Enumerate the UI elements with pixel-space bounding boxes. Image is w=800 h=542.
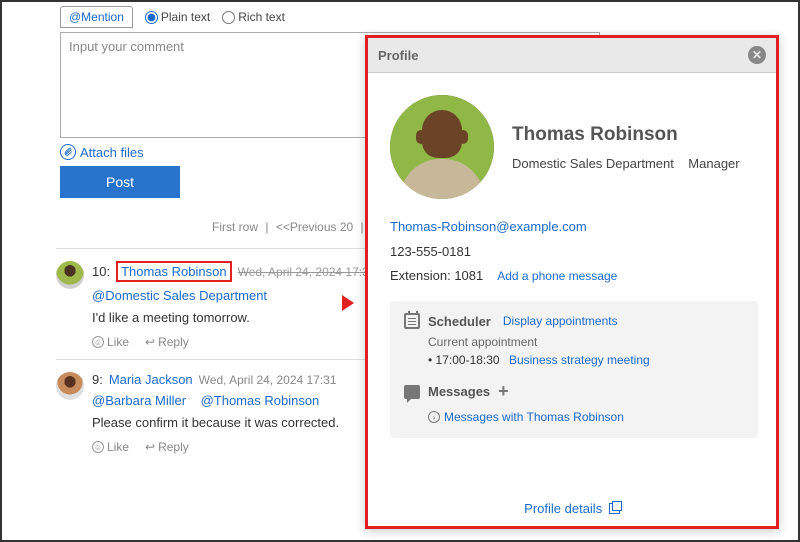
comment-author-link[interactable]: Maria Jackson (109, 372, 193, 387)
pager-prev[interactable]: <<Previous 20 (276, 220, 353, 234)
comment-date: Wed, April 24, 2024 17:31 (199, 373, 337, 387)
calendar-icon (404, 313, 420, 329)
profile-email-link[interactable]: Thomas-Robinson@example.com (390, 215, 758, 240)
profile-heading: Profile (378, 48, 418, 63)
like-action[interactable]: ☺ Like (92, 440, 129, 454)
rich-text-label: Rich text (238, 10, 285, 24)
reply-icon: ↩ (145, 440, 155, 454)
appointment-item: 17:00-18:30 Business strategy meeting (428, 353, 744, 367)
add-phone-message-link[interactable]: Add a phone message (497, 265, 617, 288)
display-appointments-link[interactable]: Display appointments (503, 314, 618, 328)
profile-department: Domestic Sales Department (512, 156, 674, 171)
messages-with-link[interactable]: › Messages with Thomas Robinson (428, 410, 744, 424)
chevron-right-icon: › (428, 411, 440, 423)
avatar (56, 372, 84, 400)
rich-text-radio-input[interactable] (222, 11, 235, 24)
reply-action[interactable]: ↩ Reply (145, 335, 189, 349)
comment-author-highlight: Thomas Robinson (116, 261, 232, 282)
scheduler-label: Scheduler (428, 314, 491, 329)
popout-icon (609, 503, 620, 514)
comment-mention[interactable]: @Barbara Miller (92, 393, 186, 408)
scheduler-box: Scheduler Display appointments Current a… (390, 301, 758, 438)
smile-icon: ☺ (92, 441, 104, 453)
comment-mention[interactable]: @Thomas Robinson (201, 393, 320, 408)
comment-author-link[interactable]: Thomas Robinson (121, 264, 227, 279)
close-icon[interactable]: ✕ (748, 46, 766, 64)
messages-icon (404, 385, 420, 399)
appointment-title-link[interactable]: Business strategy meeting (509, 353, 650, 367)
like-action[interactable]: ☺ Like (92, 335, 129, 349)
messages-label: Messages (428, 384, 490, 399)
reply-icon: ↩ (145, 335, 155, 349)
avatar (56, 261, 84, 289)
profile-avatar (390, 95, 494, 199)
plain-text-radio[interactable]: Plain text (145, 10, 210, 24)
rich-text-radio[interactable]: Rich text (222, 10, 285, 24)
smile-icon: ☺ (92, 336, 104, 348)
add-message-icon[interactable]: + (498, 381, 509, 402)
paperclip-icon (60, 144, 76, 160)
comment-number: 10: (92, 264, 110, 279)
comment-number: 9: (92, 372, 103, 387)
profile-name: Thomas Robinson (512, 124, 740, 146)
mention-button[interactable]: @Mention (60, 6, 133, 28)
reply-action[interactable]: ↩ Reply (145, 440, 189, 454)
profile-card: Profile ✕ Thomas Robinson Domestic Sales… (365, 35, 779, 529)
plain-text-radio-input[interactable] (145, 11, 158, 24)
post-button[interactable]: Post (60, 166, 180, 198)
plain-text-label: Plain text (161, 10, 210, 24)
profile-details-link[interactable]: Profile details (524, 501, 620, 516)
appointment-time: 17:00-18:30 (436, 353, 500, 367)
pager-first[interactable]: First row (212, 220, 258, 234)
current-appointment-label: Current appointment (428, 335, 744, 349)
comment-date: Wed, April 24, 2024 17:32 (238, 265, 376, 279)
profile-phone: 123-555-0181 (390, 240, 758, 265)
profile-extension: Extension: 1081 (390, 264, 483, 289)
attach-files-link[interactable]: Attach files (80, 145, 144, 160)
profile-role: Manager (688, 156, 739, 171)
